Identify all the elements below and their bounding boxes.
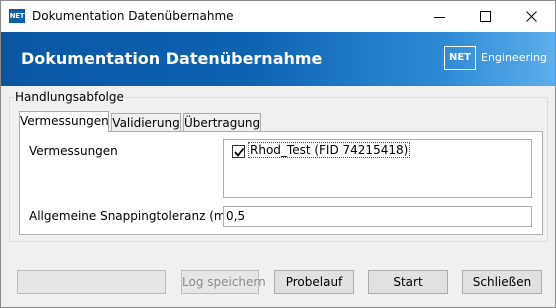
maximize-icon: [480, 11, 491, 22]
minimize-button[interactable]: [417, 1, 463, 32]
start-button[interactable]: Start: [368, 270, 448, 294]
log-speichern-button[interactable]: Log speichern: [181, 270, 266, 294]
snapping-label: Allgemeine Snappingtoleranz (m): [29, 209, 231, 223]
logo-text: Engineering: [481, 51, 547, 64]
net-logo: NET: [444, 46, 476, 70]
maximize-button[interactable]: [463, 1, 509, 32]
progress-bar: [17, 270, 166, 294]
app-icon: NET: [9, 9, 25, 23]
checkmark-icon: [234, 147, 245, 157]
vermessungen-label: Vermessungen: [29, 144, 118, 158]
banner-title: Dokumentation Datenübernahme: [21, 49, 323, 68]
dialog-window: NET Dokumentation Datenübernahme Dokumen…: [0, 0, 556, 308]
schliessen-button[interactable]: Schließen: [462, 270, 542, 294]
close-window-button[interactable]: [509, 1, 555, 32]
minimize-icon: [434, 17, 445, 18]
group-label: Handlungsabfolge: [14, 90, 125, 104]
tab-validierung[interactable]: Validierung: [111, 113, 181, 132]
title-bar[interactable]: NET Dokumentation Datenübernahme: [1, 1, 555, 32]
tab-vermessungen[interactable]: Vermessungen: [19, 111, 109, 132]
probelauf-button[interactable]: Probelauf: [274, 270, 354, 294]
snapping-input[interactable]: 0,5: [223, 206, 532, 227]
list-item-label[interactable]: Rhod_Test (FID 74215418): [247, 142, 411, 158]
window-title: Dokumentation Datenübernahme: [32, 9, 234, 23]
close-icon: [526, 11, 537, 22]
header-banner: Dokumentation Datenübernahme NET Enginee…: [1, 32, 555, 86]
tab-uebertragung[interactable]: Übertragung: [183, 113, 261, 132]
list-item-checkbox[interactable]: [232, 145, 245, 158]
